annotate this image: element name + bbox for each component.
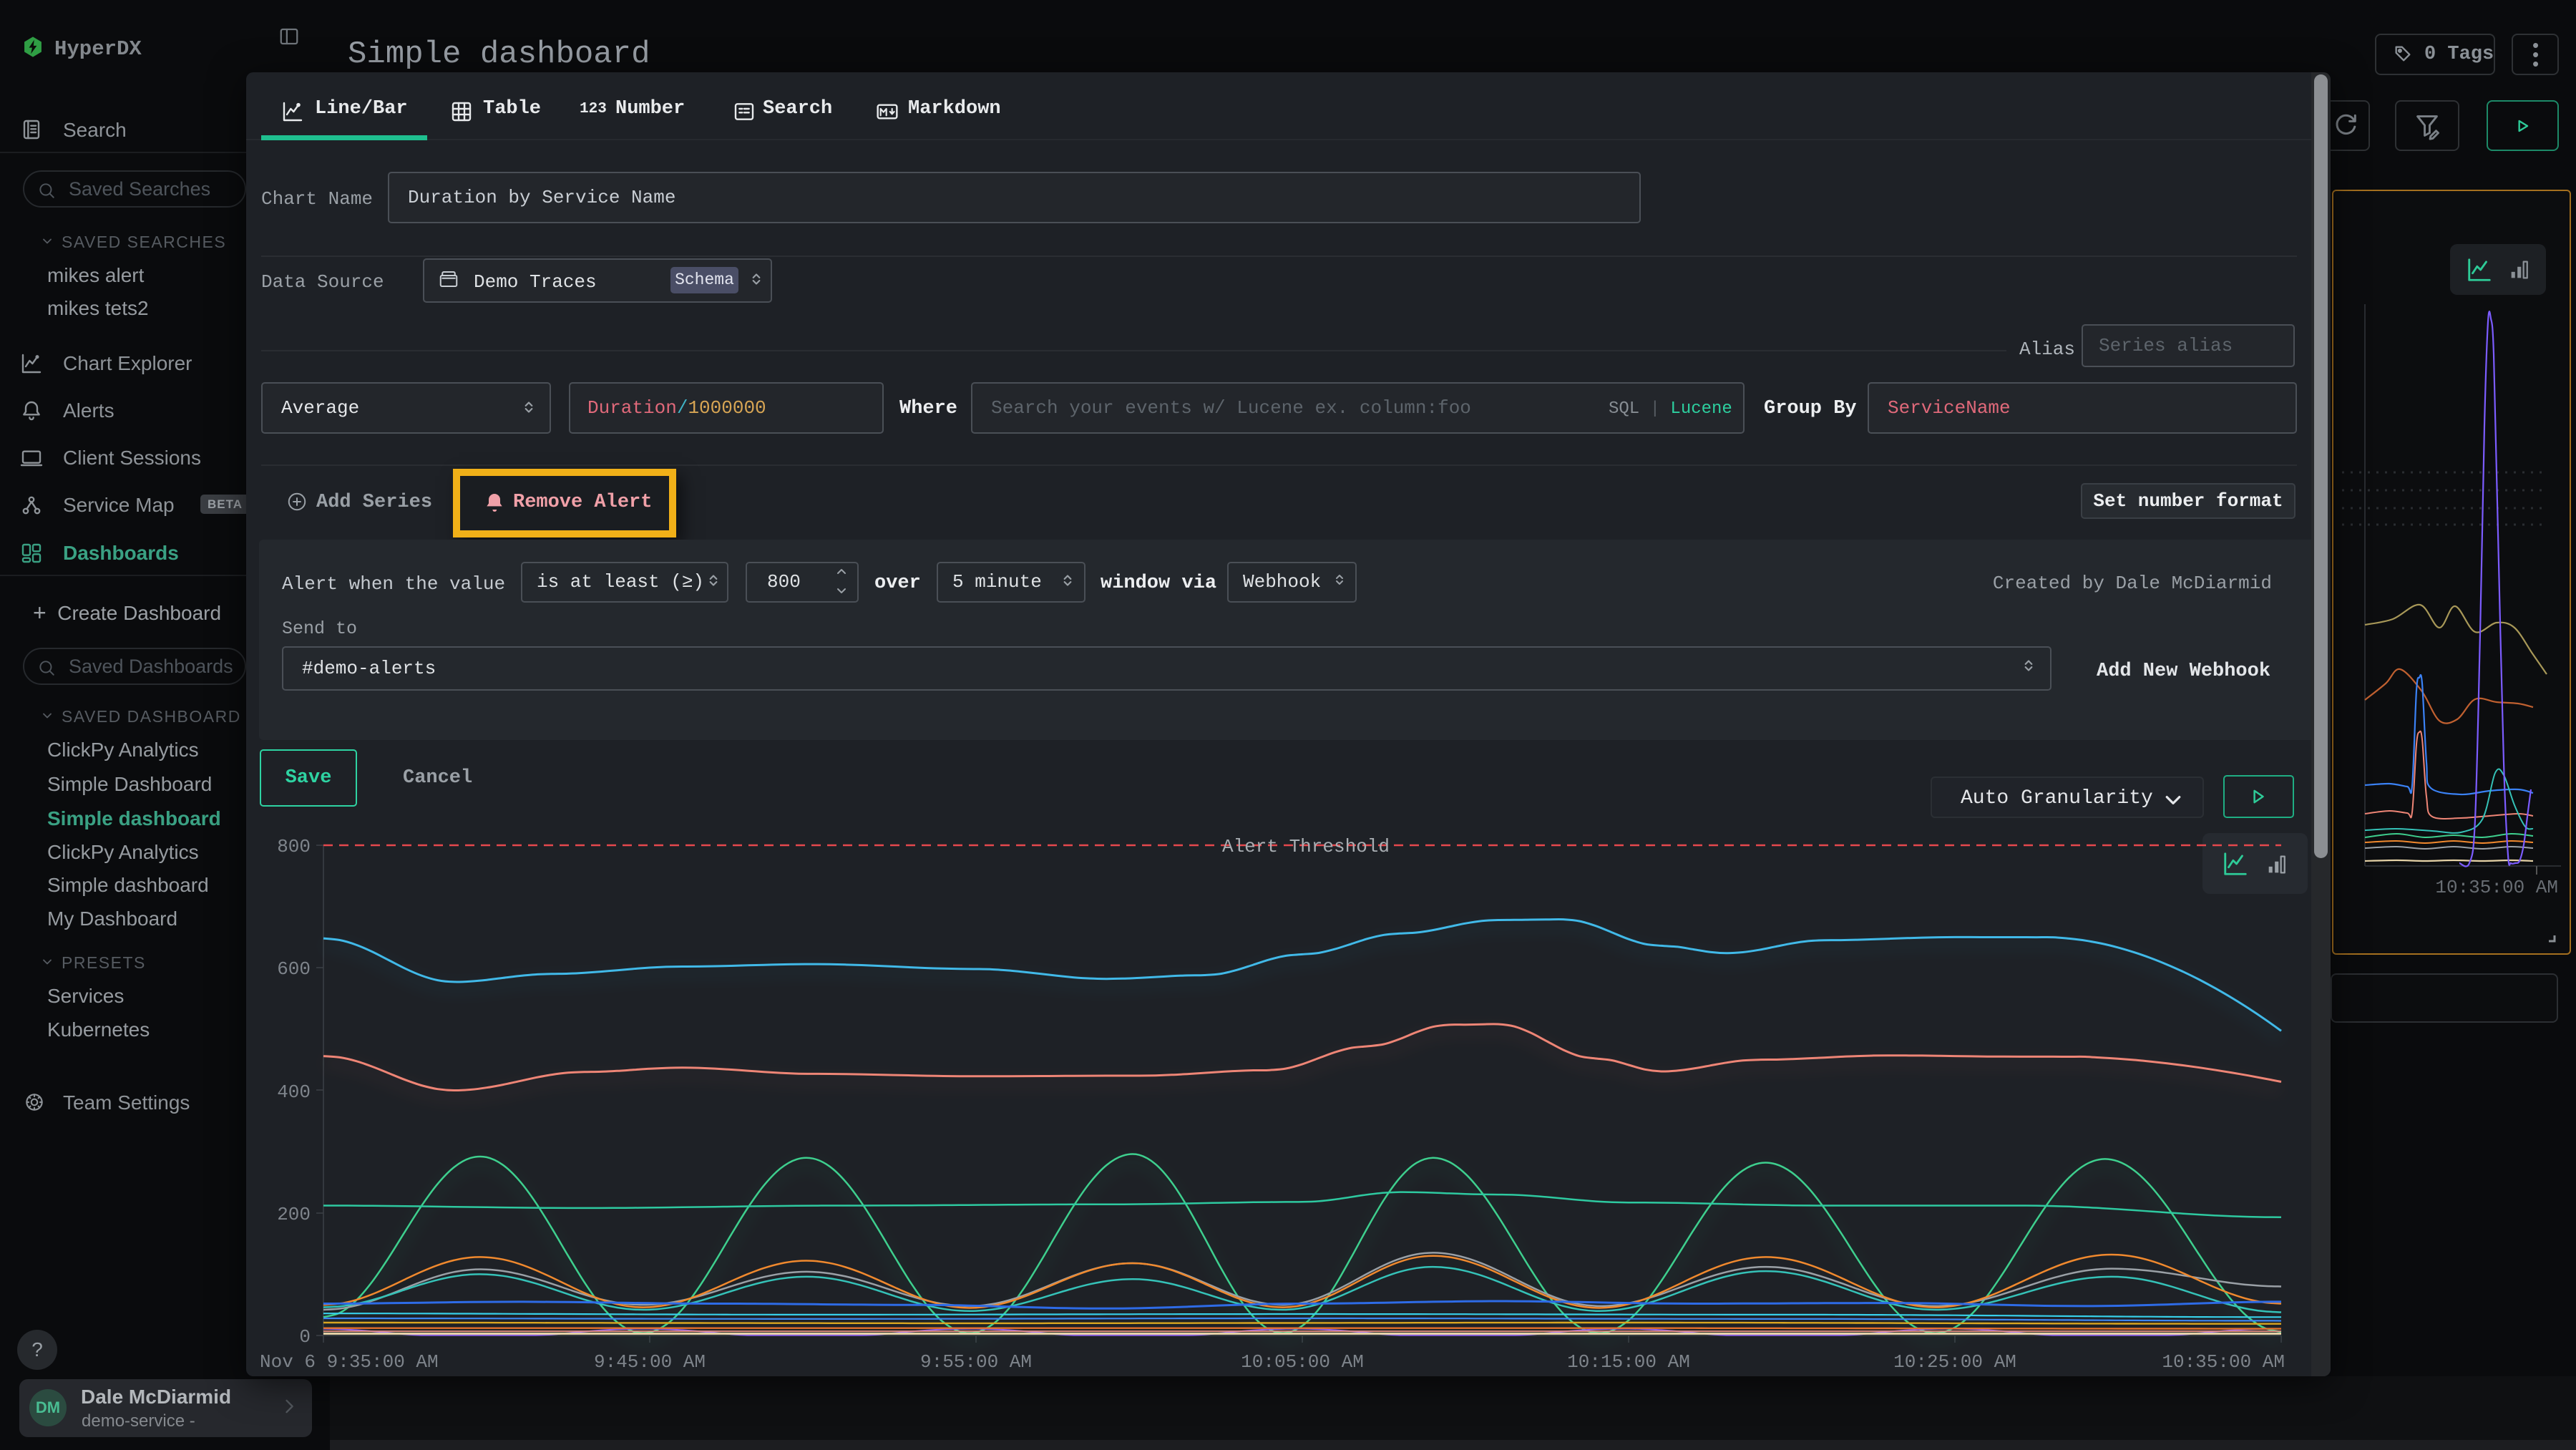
svg-text:Nov 6 9:35:00 AM: Nov 6 9:35:00 AM (261, 1351, 439, 1373)
svg-text:10:05:00 AM: 10:05:00 AM (1241, 1351, 1364, 1373)
svg-text:9:45:00 AM: 9:45:00 AM (594, 1351, 706, 1373)
svg-text:10:35:00 AM: 10:35:00 AM (2435, 877, 2558, 898)
svg-text:0: 0 (299, 1326, 311, 1348)
svg-text:10:25:00 AM: 10:25:00 AM (1893, 1351, 2016, 1373)
svg-text:Alert Threshold: Alert Threshold (1222, 836, 1390, 857)
svg-text:400: 400 (277, 1081, 311, 1103)
svg-text:10:15:00 AM: 10:15:00 AM (1567, 1351, 1690, 1373)
svg-text:200: 200 (277, 1204, 311, 1225)
svg-text:800: 800 (277, 836, 311, 857)
svg-text:600: 600 (277, 958, 311, 980)
svg-text:9:55:00 AM: 9:55:00 AM (920, 1351, 1032, 1373)
svg-text:10:35:00 AM: 10:35:00 AM (2162, 1351, 2285, 1373)
